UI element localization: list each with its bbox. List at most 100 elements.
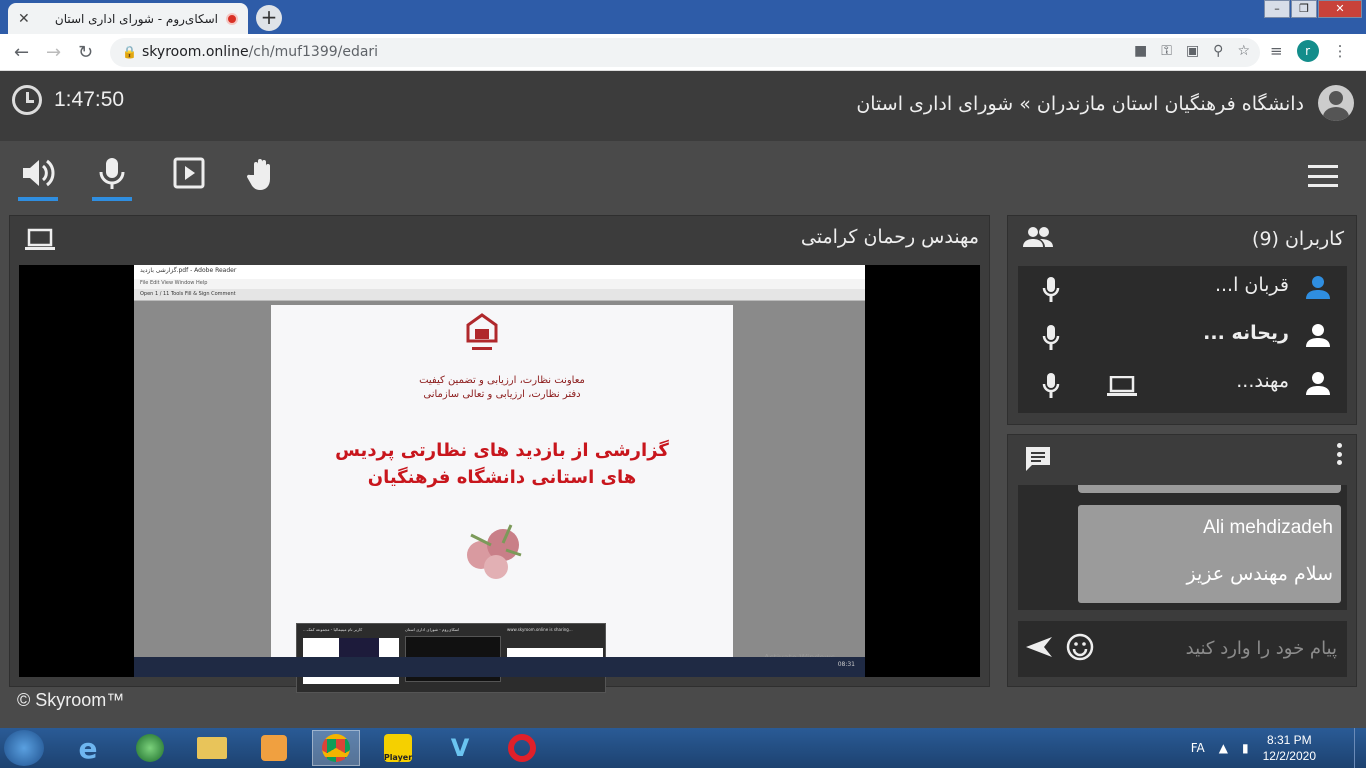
chat-input-area — [1018, 621, 1347, 677]
room-toolbar — [0, 141, 1366, 213]
send-icon[interactable] — [1024, 635, 1054, 659]
zoom-icon[interactable]: ⚲ — [1213, 43, 1223, 59]
key-icon[interactable]: ⚿ — [1161, 43, 1172, 59]
shared-taskbar: 08:31 — [134, 657, 865, 677]
user-name: مهند... — [1236, 370, 1289, 392]
hand-icon — [246, 159, 270, 190]
timer-text: 1:47:50 — [54, 88, 125, 111]
more-menu-icon[interactable]: ⋮ — [1333, 42, 1348, 60]
extension-icons: ≡ r ⋮ — [1270, 40, 1348, 62]
show-desktop-button[interactable] — [1354, 728, 1366, 768]
reader-toolbar: Open 1 / 11 Tools Fill & Sign Comment — [134, 289, 865, 301]
url-path: /ch/muf1399/edari — [248, 44, 379, 60]
users-panel: کاربران (9) قربان ا... ریحانه ... مهند..… — [1007, 215, 1357, 425]
thumbnail-3-label: www.skyroom.online is sharing... — [507, 627, 573, 632]
thumbnail-2-label: اسکای‌روم - شورای اداری استان — [405, 627, 460, 632]
user-avatar-icon[interactable] — [1318, 85, 1354, 121]
camera-icon[interactable]: ■ — [1134, 43, 1147, 59]
chat-messages: Ali mehdizadeh سلام مهندس عزیز — [1018, 485, 1347, 610]
tab-close-icon[interactable]: ✕ — [18, 11, 30, 27]
pdf-page: معاونت نظارت، ارزیابی و تضمین کیفیت دفتر… — [271, 305, 733, 657]
lock-icon: 🔒 — [122, 45, 137, 59]
window-controls: – ❐ ✕ — [1263, 0, 1362, 18]
user-icon — [1306, 276, 1330, 299]
new-tab-button[interactable]: + — [256, 5, 282, 31]
windows-start-button[interactable] — [4, 730, 44, 766]
opera-icon[interactable] — [498, 730, 546, 766]
back-arrow-icon[interactable]: ← — [14, 42, 29, 63]
thumbnail-1-label: ...کاربر نام مینیمالیا - مجموعه کمک — [303, 627, 363, 632]
previous-message — [1078, 485, 1341, 493]
more-options-icon[interactable] — [1336, 443, 1342, 465]
tray-time: 8:31 PM — [1266, 733, 1312, 747]
media-player-icon[interactable] — [250, 730, 298, 766]
shared-taskbar-time: 08:31 — [837, 661, 855, 668]
user-row[interactable]: ریحانه ... — [1018, 314, 1347, 362]
skyroom-copyright: © Skyroom™ — [17, 690, 125, 710]
message-text: سلام مهندس عزیز — [1186, 563, 1333, 585]
browser-tab[interactable]: اسکای‌روم - شورای اداری استان ✕ — [8, 3, 248, 34]
minimize-button[interactable]: – — [1264, 0, 1290, 18]
presenter-name: مهندس رحمان کرامتی — [800, 226, 979, 248]
chat-message: Ali mehdizadeh سلام مهندس عزیز — [1078, 505, 1341, 603]
reading-list-icon[interactable]: ≡ — [1270, 42, 1283, 60]
user-row[interactable]: قربان ا... — [1018, 266, 1347, 314]
user-row[interactable]: مهند... — [1018, 362, 1347, 410]
room-breadcrumb: دانشگاه فرهنگیان استان مازندران » شورای … — [856, 93, 1304, 115]
player-app-icon[interactable]: Player — [374, 730, 422, 766]
raise-hand-button[interactable] — [242, 157, 282, 201]
laptop-icon[interactable] — [24, 228, 56, 256]
tray-date: 12/2/2020 — [1262, 749, 1316, 763]
microphone-button[interactable] — [92, 157, 132, 201]
user-name: قربان ا... — [1214, 274, 1289, 296]
reader-window-title: گزارشی بازدید.pdf - Adobe Reader — [134, 265, 865, 279]
tray-clock[interactable]: 8:31 PM 12/2/2020 — [1263, 732, 1316, 764]
translate-icon[interactable]: ▣ — [1186, 43, 1199, 59]
url-box[interactable]: 🔒 skyroom.online/ch/muf1399/edari ■ ⚿ ▣ … — [110, 38, 1260, 67]
close-window-button[interactable]: ✕ — [1318, 0, 1362, 18]
url-text[interactable]: skyroom.online/ch/muf1399/edari — [142, 44, 378, 60]
vpn-app-icon[interactable]: V — [436, 730, 484, 766]
user-icon — [1306, 372, 1330, 395]
chat-message-input[interactable] — [1117, 633, 1337, 663]
speaker-button[interactable] — [18, 157, 58, 201]
share-screen-button[interactable] — [169, 157, 209, 201]
network-globe-icon[interactable] — [126, 730, 174, 766]
reader-document-area: معاونت نظارت، ارزیابی و تضمین کیفیت دفتر… — [134, 301, 865, 693]
player-label: Player — [383, 753, 413, 762]
bookmark-star-icon[interactable]: ☆ — [1237, 43, 1250, 59]
maximize-button[interactable]: ❐ — [1291, 0, 1317, 18]
reload-icon[interactable]: ↻ — [78, 42, 93, 63]
signal-icon[interactable]: ▮ — [1242, 741, 1249, 755]
shared-screen-content: گزارشی بازدید.pdf - Adobe Reader File Ed… — [134, 265, 865, 693]
internet-explorer-icon[interactable]: e — [64, 730, 112, 766]
emoji-icon[interactable] — [1066, 633, 1094, 661]
university-logo-icon — [466, 313, 498, 350]
laptop-icon — [1107, 376, 1137, 396]
shared-screen-video: گزارشی بازدید.pdf - Adobe Reader File Ed… — [19, 265, 980, 693]
microphone-icon[interactable] — [1042, 324, 1060, 352]
tray-arrow-icon[interactable]: ▲ — [1219, 741, 1228, 755]
hamburger-menu-icon[interactable] — [1308, 165, 1338, 187]
clock-icon — [12, 85, 42, 115]
reader-menu: File Edit View Window Help — [134, 279, 865, 289]
language-indicator[interactable]: FA — [1191, 741, 1205, 755]
address-bar: ← → ↻ 🔒 skyroom.online/ch/muf1399/edari … — [0, 34, 1366, 71]
profile-avatar[interactable]: r — [1296, 40, 1319, 62]
microphone-icon[interactable] — [1042, 372, 1060, 400]
speaker-icon — [23, 159, 55, 187]
microphone-icon[interactable] — [1042, 276, 1060, 304]
session-timer: 1:47:50 — [12, 85, 124, 115]
microphone-icon — [99, 158, 125, 189]
flower-image-icon — [467, 524, 522, 579]
url-icons: ■ ⚿ ▣ ⚲ ☆ — [1134, 43, 1250, 59]
url-host: skyroom.online — [142, 44, 249, 60]
forward-arrow-icon[interactable]: → — [46, 42, 61, 63]
presenter-panel: مهندس رحمان کرامتی گزارشی بازدید.pdf - A… — [9, 215, 990, 693]
message-author: Ali mehdizadeh — [1203, 517, 1333, 538]
browser-tab-bar: اسکای‌روم - شورای اداری استان ✕ + – ❐ ✕ — [0, 0, 1366, 34]
chrome-icon[interactable] — [312, 730, 360, 766]
play-box-icon — [173, 157, 205, 189]
file-explorer-icon[interactable] — [188, 730, 236, 766]
user-icon — [1306, 324, 1330, 347]
